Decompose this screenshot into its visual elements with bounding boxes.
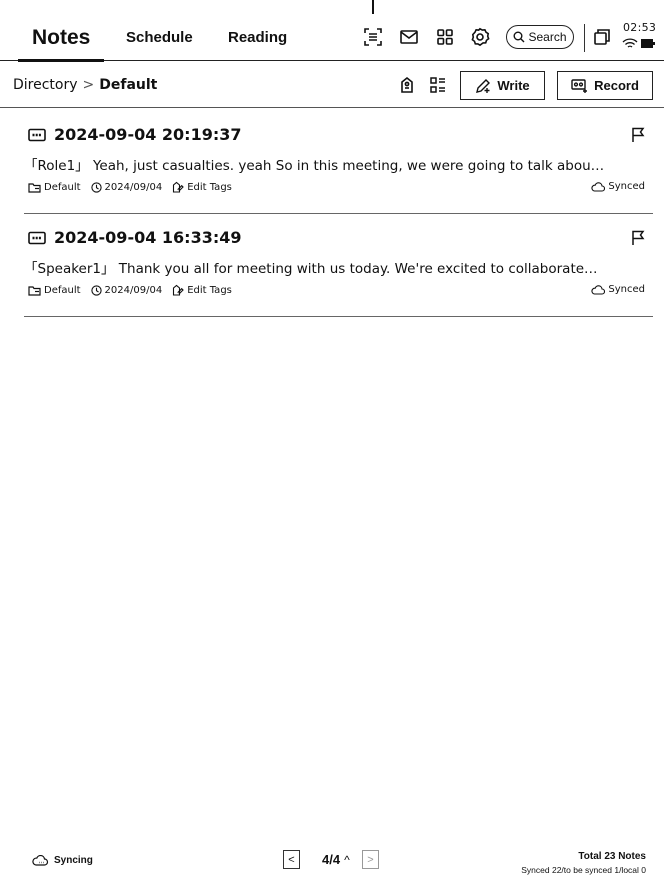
prev-page-button[interactable]: < (283, 850, 300, 869)
status-icons (622, 38, 655, 49)
edit-tags-button[interactable]: Edit Tags (172, 284, 232, 296)
pen-plus-icon (476, 79, 491, 93)
apps-grid-icon[interactable] (434, 26, 456, 48)
sync-status: Synced (591, 284, 645, 295)
mail-icon[interactable] (398, 26, 420, 48)
cloud-icon (591, 284, 606, 295)
flag-icon[interactable] (631, 230, 645, 246)
note-date-label: 2024/09/04 (104, 284, 163, 296)
note-folder[interactable]: Default (28, 182, 81, 193)
note-title-row: 2024-09-04 16:33:49 (28, 228, 242, 247)
scan-text-icon[interactable] (362, 26, 384, 48)
clock-icon (90, 181, 102, 193)
breadcrumb: Directory > Default (13, 62, 157, 108)
cloud-icon (591, 181, 606, 192)
edit-tag-icon (173, 181, 184, 193)
note-meta: Default 2024/09/04 Edit Tags (28, 181, 242, 193)
flag-icon[interactable] (631, 127, 645, 143)
note-folder[interactable]: Default (28, 285, 81, 296)
topbar-divider (584, 24, 585, 52)
note-excerpt: 「Role1」 Yeah, just casualties. yeah So i… (24, 158, 605, 174)
page-number: 4/4 (322, 852, 341, 867)
edit-tags-label: Edit Tags (187, 181, 232, 193)
top-bar: Notes Schedule Reading Search 02:53 (0, 14, 664, 62)
sync-status-label: Synced (608, 284, 645, 295)
directory-bar: Directory > Default Write Record (0, 62, 664, 108)
note-title: 2024-09-04 20:19:37 (54, 125, 242, 144)
recording-icon (28, 231, 46, 244)
write-button[interactable]: Write (460, 71, 545, 100)
clock-icon (90, 284, 102, 296)
tag-icon[interactable] (397, 75, 417, 95)
tab-reading[interactable]: Reading (228, 14, 287, 61)
search-icon (513, 31, 525, 43)
search-button[interactable]: Search (506, 25, 574, 49)
breadcrumb-root[interactable]: Directory (13, 77, 78, 93)
note-date: 2024/09/04 (90, 284, 163, 296)
tab-schedule[interactable]: Schedule (126, 14, 193, 61)
window-switch-icon[interactable] (591, 26, 613, 48)
battery-icon (641, 39, 655, 48)
write-label: Write (497, 78, 530, 93)
total-notes: Total 23 Notes (578, 851, 646, 862)
footer-sync-label: Syncing (54, 855, 93, 866)
footer-bar: Syncing < 4/4 ^ > Total 23 Notes Synced … (0, 843, 664, 883)
edit-tags-label: Edit Tags (187, 284, 232, 296)
note-date: 2024/09/04 (90, 181, 163, 193)
note-title: 2024-09-04 16:33:49 (54, 228, 242, 247)
page-indicator[interactable]: 4/4 ^ (322, 852, 350, 867)
breadcrumb-current: Default (99, 77, 158, 93)
recording-icon (28, 128, 46, 141)
top-indicator-line (372, 0, 374, 14)
note-card[interactable]: 2024-09-04 16:33:49 「Speaker1」 Thank you… (24, 214, 653, 317)
note-title-row: 2024-09-04 20:19:37 (28, 125, 242, 144)
note-card[interactable]: 2024-09-04 20:19:37 「Role1」 Yeah, just c… (24, 111, 653, 214)
edit-tag-icon (173, 284, 184, 296)
note-excerpt: 「Speaker1」 Thank you all for meeting wit… (24, 261, 598, 277)
list-view-icon[interactable] (428, 75, 448, 95)
settings-gear-icon[interactable] (469, 26, 491, 48)
sync-status-label: Synced (608, 181, 645, 192)
note-meta: Default 2024/09/04 Edit Tags (28, 284, 242, 296)
folder-icon (28, 285, 41, 296)
record-button[interactable]: Record (557, 71, 653, 100)
breadcrumb-separator: > (82, 77, 95, 93)
folder-icon (28, 182, 41, 193)
search-label: Search (528, 30, 567, 44)
note-folder-label: Default (44, 284, 81, 296)
page-caret-icon: ^ (344, 852, 350, 867)
next-page-button[interactable]: > (362, 850, 379, 869)
note-date-label: 2024/09/04 (104, 181, 163, 193)
footer-sync-status[interactable]: Syncing (32, 855, 93, 866)
tab-notes[interactable]: Notes (17, 14, 105, 62)
status-clock: 02:53 (623, 21, 657, 34)
sync-counts: Synced 22/to be synced 1/local 0 (521, 865, 646, 875)
edit-tags-button[interactable]: Edit Tags (172, 181, 232, 193)
recorder-plus-icon (571, 79, 588, 93)
sync-status: Synced (591, 181, 645, 192)
cloud-sync-icon (32, 855, 49, 866)
wifi-icon (622, 38, 638, 48)
record-label: Record (594, 78, 639, 93)
note-folder-label: Default (44, 181, 81, 193)
